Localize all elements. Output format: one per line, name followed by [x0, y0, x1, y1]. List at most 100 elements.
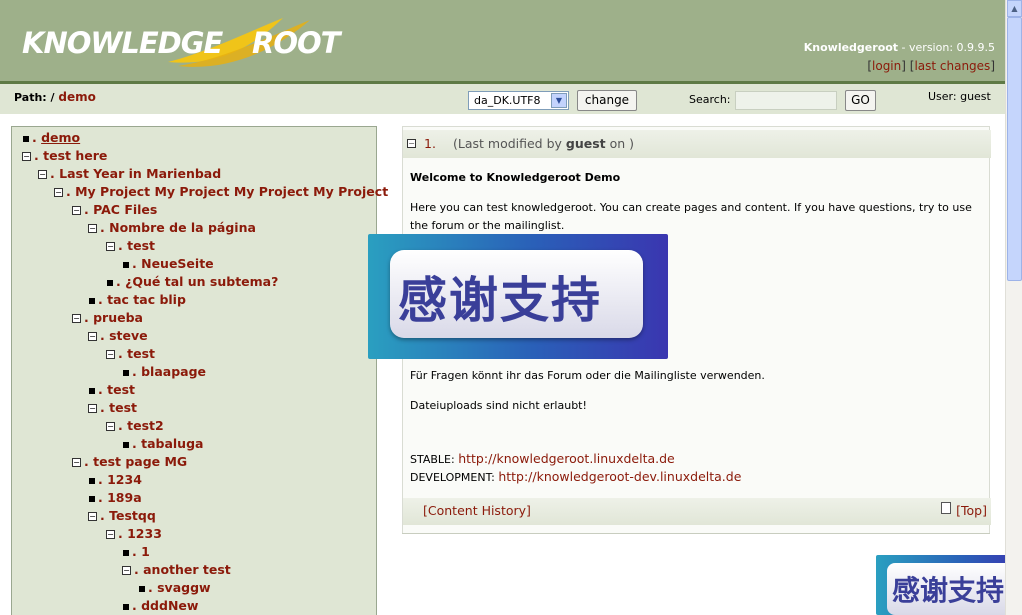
stable-url-link[interactable]: http://knowledgeroot.linuxdelta.de: [458, 451, 675, 466]
locale-select[interactable]: da_DK.UTF8 ▼: [468, 91, 569, 110]
tree-node-label[interactable]: blaapage: [141, 364, 206, 379]
tree-node-label[interactable]: Nombre de la página: [109, 220, 256, 235]
content-history-link[interactable]: [Content History]: [423, 503, 531, 518]
tree-node[interactable]: −. test: [88, 399, 137, 417]
collapse-toggle-icon[interactable]: −: [72, 206, 81, 215]
tree-node-label[interactable]: 189a: [107, 490, 142, 505]
top-link[interactable]: [Top]: [956, 503, 987, 518]
page: KNOWLEDGE ROOT Knowledgeroot - version: …: [0, 0, 1022, 615]
page-icon[interactable]: [941, 502, 951, 514]
tree-node[interactable]: −. test: [106, 237, 155, 255]
tree-node-label[interactable]: demo: [41, 130, 80, 145]
page-tree: . demo −. test here −. Last Year in Marien…: [11, 126, 388, 615]
tree-node-dot: .: [98, 490, 108, 505]
tree-node-dot: .: [98, 382, 108, 397]
tree-node[interactable]: −. Nombre de la página: [88, 219, 256, 237]
tree-node[interactable]: −. steve: [88, 327, 148, 345]
tree-node[interactable]: −. 1233: [106, 525, 162, 543]
collapse-toggle-icon[interactable]: −: [106, 530, 115, 539]
tree-node[interactable]: . 189a: [88, 489, 142, 507]
tree-node[interactable]: −. another test: [122, 561, 231, 579]
square-bullet-icon: [89, 477, 95, 484]
collapse-toggle-icon[interactable]: −: [88, 512, 97, 521]
content-intro: Here you can test knowledgeroot. You can…: [410, 201, 972, 232]
tree-node[interactable]: . blaapage: [122, 363, 206, 381]
tree-node[interactable]: . svaggw: [138, 579, 211, 597]
tree-node-dot: .: [100, 328, 110, 343]
overlay-banner-large[interactable]: 感谢支持: [368, 234, 668, 359]
tree-node[interactable]: . demo: [22, 129, 80, 147]
tree-node-label[interactable]: ¿Qué tal un subtema?: [125, 274, 278, 289]
collapse-toggle-icon[interactable]: −: [122, 566, 131, 575]
tree-node-label[interactable]: test: [127, 346, 155, 361]
tree-node[interactable]: . test: [88, 381, 135, 399]
tree-node-label[interactable]: 1234: [107, 472, 142, 487]
tree-node-label[interactable]: My Project My Project My Project My Proj…: [75, 184, 388, 199]
tree-node-label[interactable]: NeueSeite: [141, 256, 214, 271]
search-input[interactable]: [735, 91, 837, 110]
scrollbar-thumb[interactable]: [1007, 17, 1022, 281]
tree-node-label[interactable]: Last Year in Marienbad: [59, 166, 221, 181]
tree-node-dot: .: [98, 292, 108, 307]
collapse-toggle-icon[interactable]: −: [88, 332, 97, 341]
collapse-toggle-icon[interactable]: −: [88, 224, 97, 233]
search-go-button[interactable]: GO: [845, 90, 876, 111]
path-link-demo[interactable]: demo: [58, 90, 95, 104]
tree-node-label[interactable]: steve: [109, 328, 148, 343]
tree-node-label[interactable]: another test: [143, 562, 231, 577]
overlay-banner-small[interactable]: 感谢支持: [876, 555, 1022, 615]
tree-node[interactable]: −. test here: [22, 147, 107, 165]
tree-node-label[interactable]: tac tac blip: [107, 292, 186, 307]
dev-url-link[interactable]: http://knowledgeroot-dev.linuxdelta.de: [498, 469, 741, 484]
tree-node[interactable]: . dddNew: [122, 597, 198, 615]
collapse-toggle-icon[interactable]: −: [72, 458, 81, 467]
tree-node-label[interactable]: dddNew: [141, 598, 198, 613]
last-changes-link[interactable]: last changes: [914, 59, 990, 73]
tree-node[interactable]: −. prueba: [72, 309, 143, 327]
logo[interactable]: KNOWLEDGE ROOT: [18, 12, 340, 70]
tree-node-label[interactable]: PAC Files: [93, 202, 157, 217]
tree-node-label[interactable]: test: [109, 400, 137, 415]
tree-node[interactable]: −. Last Year in Marienbad: [38, 165, 221, 183]
collapse-toggle-icon[interactable]: −: [407, 139, 416, 148]
tree-node-label[interactable]: test2: [127, 418, 164, 433]
version-info: Knowledgeroot - version: 0.9.9.5: [804, 41, 995, 54]
collapse-toggle-icon[interactable]: −: [38, 170, 47, 179]
tree-node[interactable]: . tac tac blip: [88, 291, 186, 309]
collapse-toggle-icon[interactable]: −: [106, 350, 115, 359]
chevron-down-icon[interactable]: ▼: [551, 93, 567, 108]
collapse-toggle-icon[interactable]: −: [22, 152, 31, 161]
tree-node[interactable]: −. Testqq: [88, 507, 156, 525]
tree-node[interactable]: −. My Project My Project My Project My P…: [54, 183, 388, 201]
login-link[interactable]: login: [872, 59, 901, 73]
collapse-toggle-icon[interactable]: −: [106, 422, 115, 431]
tree-node[interactable]: . ¿Qué tal un subtema?: [106, 273, 278, 291]
scroll-up-arrow-icon[interactable]: ▲: [1007, 0, 1022, 17]
tree-node-label[interactable]: test here: [43, 148, 107, 163]
tree-node-label[interactable]: test: [107, 382, 135, 397]
tree-node-label[interactable]: prueba: [93, 310, 143, 325]
tree-node-label[interactable]: test page MG: [93, 454, 187, 469]
tree-node[interactable]: −. PAC Files: [72, 201, 157, 219]
square-bullet-icon: [123, 369, 129, 376]
tree-node[interactable]: . tabaluga: [122, 435, 203, 453]
tree-node-label[interactable]: svaggw: [157, 580, 210, 595]
collapse-toggle-icon[interactable]: −: [88, 404, 97, 413]
collapse-toggle-icon[interactable]: −: [72, 314, 81, 323]
tree-node[interactable]: −. test page MG: [72, 453, 187, 471]
change-locale-button[interactable]: change: [577, 90, 637, 111]
scrollbar[interactable]: ▲: [1005, 0, 1022, 615]
collapse-toggle-icon[interactable]: −: [106, 242, 115, 251]
tree-node[interactable]: . 1: [122, 543, 150, 561]
tree-node-label[interactable]: 1: [141, 544, 150, 559]
tree-node-label[interactable]: Testqq: [109, 508, 156, 523]
tree-node-label[interactable]: 1233: [127, 526, 162, 541]
tree-node[interactable]: −. test: [106, 345, 155, 363]
square-bullet-icon: [89, 387, 95, 394]
tree-node-label[interactable]: test: [127, 238, 155, 253]
tree-node[interactable]: . NeueSeite: [122, 255, 214, 273]
tree-node-label[interactable]: tabaluga: [141, 436, 203, 451]
tree-node[interactable]: . 1234: [88, 471, 142, 489]
tree-node[interactable]: −. test2: [106, 417, 164, 435]
collapse-toggle-icon[interactable]: −: [54, 188, 63, 197]
